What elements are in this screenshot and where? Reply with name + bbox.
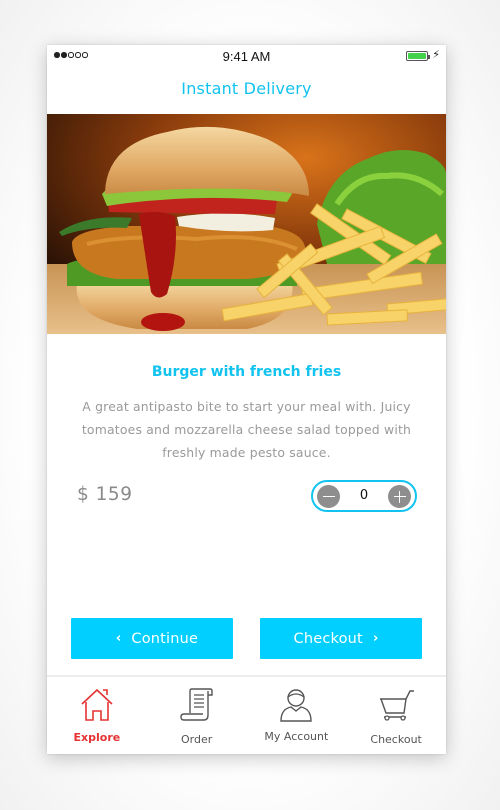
product-name: Burger with french fries xyxy=(151,364,342,380)
tab-order[interactable]: Order xyxy=(147,677,247,754)
tab-label: Checkout xyxy=(370,733,422,746)
cart-icon xyxy=(380,690,415,721)
product-image xyxy=(47,114,446,334)
checkout-label: Checkout xyxy=(293,630,363,647)
receipt-scroll-icon xyxy=(179,688,213,721)
tab-my-account[interactable]: My Account xyxy=(247,677,347,754)
battery-icon xyxy=(406,51,430,61)
product-price: $ 159 xyxy=(77,484,133,505)
page-title: Instant Delivery xyxy=(181,79,312,98)
checkout-button[interactable]: Checkout › xyxy=(260,618,422,659)
tab-explore[interactable]: Explore xyxy=(47,677,147,754)
status-time: 9:41 AM xyxy=(222,49,271,64)
home-icon xyxy=(81,688,113,721)
continue-button[interactable]: ‹ Continue xyxy=(71,618,233,659)
continue-label: Continue xyxy=(131,630,199,647)
tab-label: My Account xyxy=(264,730,329,743)
status-bar: 9:41 AM ⚡︎ xyxy=(47,45,446,67)
tab-label: Explore xyxy=(73,731,121,744)
phone-screen: 9:41 AM ⚡︎ Instant Delivery Burger with … xyxy=(47,45,446,754)
product-description: A great antipasto bite to start your mea… xyxy=(81,399,412,460)
chevron-left-icon: ‹ xyxy=(115,631,122,646)
charging-bolt-icon: ⚡︎ xyxy=(432,48,440,61)
user-icon xyxy=(280,689,313,722)
tab-checkout[interactable]: Checkout xyxy=(346,677,446,754)
tab-bar: Explore Order My Account Checkout xyxy=(47,675,446,754)
increment-button[interactable] xyxy=(388,485,411,508)
chevron-right-icon: › xyxy=(372,631,379,646)
quantity-stepper: 0 xyxy=(311,480,417,512)
tab-label: Order xyxy=(180,733,213,746)
